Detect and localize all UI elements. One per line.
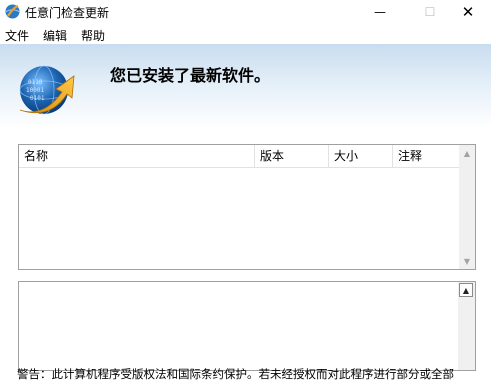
close-button[interactable]: ✕ [445, 0, 491, 24]
status-message: 您已安装了最新软件。 [110, 66, 271, 85]
window-title: 任意门检查更新 [25, 6, 110, 20]
app-globe-icon [5, 4, 20, 19]
scroll-up-arrow-icon[interactable]: ▲ [459, 145, 475, 161]
list-header: 名称 版本 大小 注释 [19, 145, 461, 168]
header-panel: 0110 10001 0101 您已安装了最新软件。 [0, 44, 491, 128]
menu-bar: 文件 编辑 帮助 [0, 24, 491, 44]
list-scrollbar[interactable]: ▲ ▼ [459, 145, 475, 269]
svg-text:0110: 0110 [28, 79, 43, 86]
column-header-name[interactable]: 名称 [19, 145, 255, 167]
details-textarea[interactable]: ▲ [18, 281, 476, 371]
scroll-down-arrow-icon[interactable]: ▼ [459, 253, 475, 269]
column-header-notes[interactable]: 注释 [393, 145, 461, 167]
updates-list[interactable]: 名称 版本 大小 注释 ▲ ▼ [18, 144, 476, 270]
menu-help[interactable]: 帮助 [81, 27, 105, 44]
column-header-version[interactable]: 版本 [255, 145, 329, 167]
globe-update-icon: 0110 10001 0101 [19, 65, 75, 115]
svg-text:0101: 0101 [30, 95, 45, 102]
svg-text:10001: 10001 [26, 87, 44, 94]
title-bar[interactable]: 任意门检查更新 — ☐ ✕ [0, 0, 491, 24]
details-scrollbar[interactable]: ▲ [458, 282, 475, 370]
details-scroll-up-icon[interactable]: ▲ [459, 283, 473, 297]
menu-edit[interactable]: 编辑 [43, 27, 67, 44]
menu-file[interactable]: 文件 [5, 27, 29, 44]
minimize-button[interactable]: — [357, 0, 403, 24]
column-header-size[interactable]: 大小 [329, 145, 393, 167]
